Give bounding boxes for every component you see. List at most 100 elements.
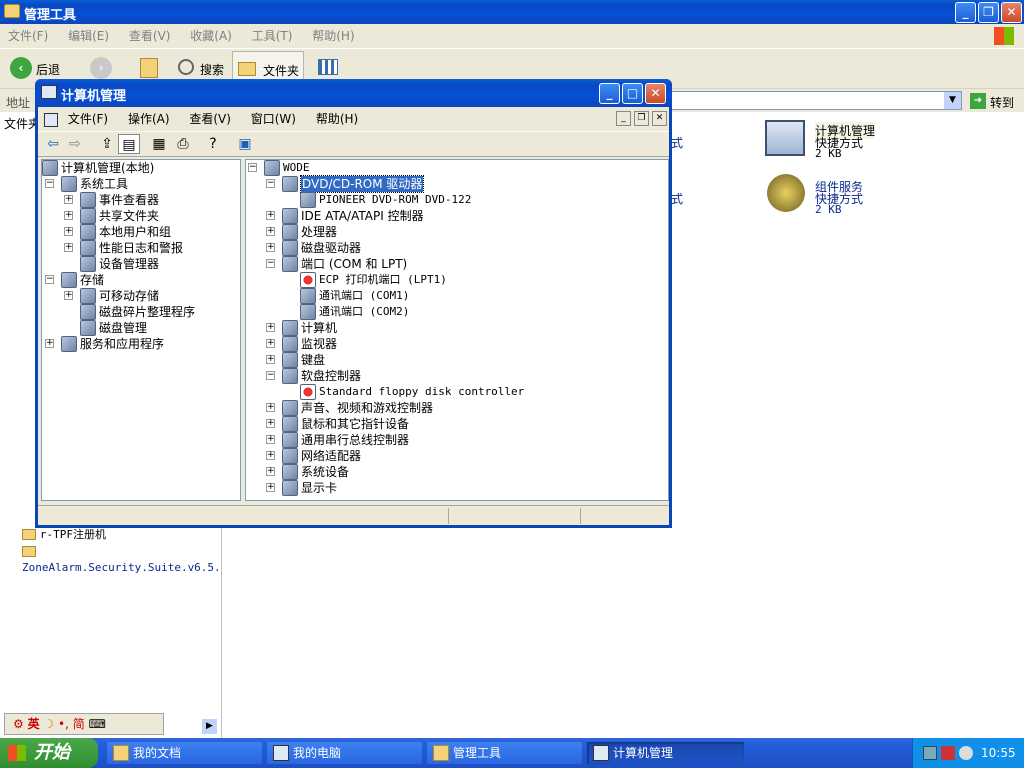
device-tree-row[interactable]: − WODE — [248, 160, 584, 176]
collapse-icon[interactable]: − — [45, 275, 54, 284]
forward-arrow-icon[interactable]: › — [90, 57, 112, 79]
bg-window-titlebar[interactable]: 管理工具 _ ❐ ✕ — [0, 0, 1024, 24]
expand-icon[interactable]: + — [266, 403, 275, 412]
device-tree-row[interactable]: PIONEER DVD-ROM DVD-122 — [300, 192, 620, 208]
menu-edit[interactable]: 编辑(E) — [68, 29, 109, 43]
security-tray-icon[interactable] — [941, 746, 955, 760]
moon-icon[interactable]: ☽ — [43, 717, 54, 731]
punct-icon[interactable]: •, — [58, 717, 69, 731]
expand-icon[interactable]: + — [64, 195, 73, 204]
search-icon[interactable] — [178, 59, 194, 75]
help-icon[interactable]: ? — [202, 134, 224, 154]
task-admin-tools[interactable]: 管理工具 — [427, 742, 582, 764]
expand-icon[interactable]: + — [266, 227, 275, 236]
device-tree-row[interactable]: + 监视器 — [266, 336, 602, 352]
device-tree-row[interactable]: − 端口 (COM 和 LPT) — [266, 256, 602, 272]
collapse-icon[interactable]: − — [266, 179, 275, 188]
collapse-icon[interactable]: − — [248, 163, 257, 172]
device-tree-row[interactable]: + 网络适配器 — [266, 448, 602, 464]
menu-tools[interactable]: 工具(T) — [252, 29, 293, 43]
device-tree-row[interactable]: ECP 打印机端口 (LPT1) — [300, 272, 620, 288]
expand-icon[interactable]: + — [266, 467, 275, 476]
expand-icon[interactable]: + — [266, 483, 275, 492]
device-tree-row[interactable]: + 键盘 — [266, 352, 602, 368]
task-my-computer[interactable]: 我的电脑 — [267, 742, 422, 764]
mmc-menu-action[interactable]: 操作(A) — [128, 112, 170, 126]
restore-button[interactable]: ❐ — [978, 2, 999, 23]
menu-view[interactable]: 查看(V) — [129, 29, 171, 43]
expand-icon[interactable]: + — [266, 451, 275, 460]
scroll-right-icon[interactable]: ▶ — [202, 719, 217, 734]
ime-simplified-label[interactable]: 简 — [73, 717, 85, 731]
back-button-label[interactable]: 后退 — [36, 61, 60, 78]
expand-icon[interactable]: + — [266, 243, 275, 252]
expand-icon[interactable]: + — [266, 355, 275, 364]
mmc-close-button[interactable]: ✕ — [645, 83, 666, 104]
menu-file[interactable]: 文件(F) — [8, 29, 48, 43]
expand-icon[interactable]: + — [64, 243, 73, 252]
keyboard-icon[interactable]: ⌨ — [89, 717, 106, 731]
task-computer-mgmt[interactable]: 计算机管理 — [587, 742, 744, 764]
tree-item[interactable]: r-TPF注册机 — [22, 526, 106, 542]
mmc-menu-help[interactable]: 帮助(H) — [316, 112, 358, 126]
print-icon[interactable]: ⎙ — [172, 134, 194, 154]
address-input[interactable] — [660, 91, 962, 110]
mmc-menu-file[interactable]: 文件(F) — [68, 112, 108, 126]
ime-lang-label[interactable]: 英 — [28, 717, 40, 731]
menu-favorites[interactable]: 收藏(A) — [190, 29, 232, 43]
device-tree-row[interactable]: + 磁盘驱动器 — [266, 240, 602, 256]
device-tree-row[interactable]: + 处理器 — [266, 224, 602, 240]
go-button-label[interactable]: 转到 — [990, 94, 1014, 111]
device-tree-row[interactable]: 通讯端口 (COM1) — [300, 288, 620, 304]
properties-icon[interactable]: ▦ — [148, 134, 170, 154]
collapse-icon[interactable]: − — [45, 179, 54, 188]
mdi-restore-icon[interactable]: ❐ — [634, 111, 649, 126]
expand-icon[interactable]: + — [45, 339, 54, 348]
mmc-titlebar[interactable]: 计算机管理 _ □ ✕ — [35, 79, 672, 107]
expand-icon[interactable]: + — [266, 211, 275, 220]
show-tree-icon[interactable]: ▤ — [118, 134, 140, 154]
mdi-close-icon[interactable]: ✕ — [652, 111, 667, 126]
device-tree-row[interactable]: + 声音、视频和游戏控制器 — [266, 400, 602, 416]
device-tree-row[interactable]: + 显示卡 — [266, 480, 602, 496]
task-my-documents[interactable]: 我的文档 — [107, 742, 262, 764]
device-tree-row[interactable]: + 系统设备 — [266, 464, 602, 480]
back-arrow-icon[interactable]: ‹ — [10, 57, 32, 79]
collapse-icon[interactable]: − — [266, 259, 275, 268]
shortcut-computer-mgmt[interactable]: 计算机管理 快捷方式 2 KB — [761, 116, 881, 166]
mmc-minimize-button[interactable]: _ — [599, 83, 620, 104]
ime-toolbar[interactable]: ⚙ 英 ☽ •, 简 ⌨ — [4, 713, 164, 735]
close-button[interactable]: ✕ — [1001, 2, 1022, 23]
expand-icon[interactable]: + — [266, 339, 275, 348]
search-button-label[interactable]: 搜索 — [200, 61, 224, 78]
up-folder-icon[interactable] — [140, 58, 158, 78]
device-tree-row[interactable]: − DVD/CD-ROM 驱动器 — [266, 175, 602, 193]
expand-icon[interactable]: + — [266, 323, 275, 332]
mmc-menu-view[interactable]: 查看(V) — [189, 112, 231, 126]
expand-icon[interactable]: + — [266, 435, 275, 444]
expand-icon[interactable]: + — [64, 291, 73, 300]
expand-icon[interactable]: + — [64, 211, 73, 220]
device-tree-row[interactable]: 通讯端口 (COM2) — [300, 304, 620, 320]
start-button[interactable]: 开始 — [0, 738, 98, 768]
collapse-icon[interactable]: − — [266, 371, 275, 380]
tree-item[interactable]: ZoneAlarm.Security.Suite.v6.5. — [22, 543, 221, 574]
views-icon[interactable] — [318, 59, 338, 75]
go-arrow-icon[interactable]: ➜ — [970, 93, 986, 109]
back-icon[interactable]: ⇦ — [42, 134, 64, 154]
up-level-icon[interactable]: ⇪ — [96, 134, 118, 154]
address-dropdown-icon[interactable]: ▼ — [944, 92, 961, 109]
menu-help[interactable]: 帮助(H) — [312, 29, 354, 43]
clock[interactable]: 10:55 — [981, 746, 1016, 760]
device-tree-row[interactable]: + 计算机 — [266, 320, 602, 336]
expand-icon[interactable]: + — [64, 227, 73, 236]
mmc-menu-window[interactable]: 窗口(W) — [251, 112, 296, 126]
device-tree-row[interactable]: + IDE ATA/ATAPI 控制器 — [266, 208, 602, 224]
mdi-minimize-icon[interactable]: _ — [616, 111, 631, 126]
network-tray-icon[interactable] — [923, 746, 937, 760]
scan-hardware-icon[interactable]: ▣ — [234, 134, 256, 154]
device-tree-row[interactable]: + 通用串行总线控制器 — [266, 432, 602, 448]
expand-icon[interactable]: + — [266, 419, 275, 428]
forward-icon[interactable]: ⇨ — [64, 134, 86, 154]
shortcut-component-services[interactable]: 组件服务 快捷方式 2 KB — [761, 172, 881, 222]
